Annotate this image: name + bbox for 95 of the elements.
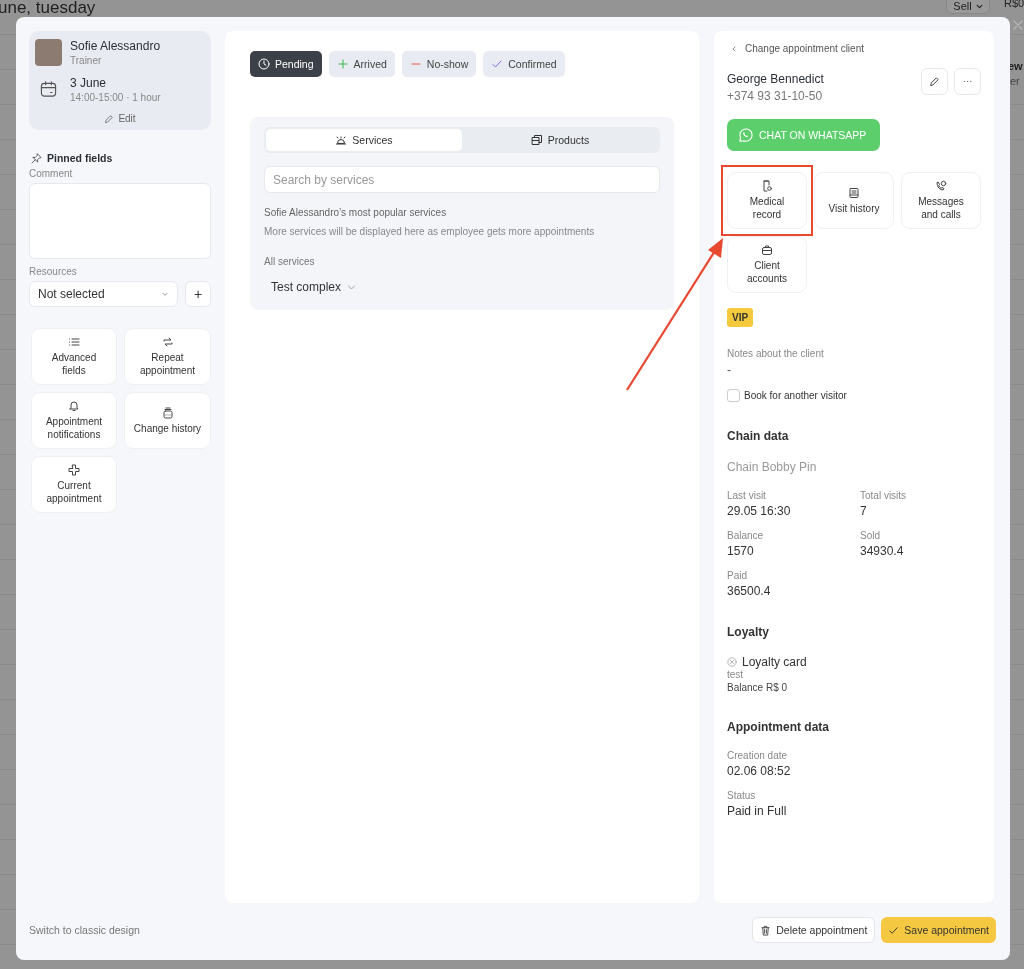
field-value: - [727, 363, 732, 377]
pencil-icon [929, 76, 940, 87]
briefcase-icon [761, 244, 773, 256]
service-bell-icon [335, 134, 348, 146]
tab[interactable]: Services [266, 129, 462, 151]
field-value: 7 [860, 504, 868, 518]
loyalty-note: test [727, 669, 745, 680]
loyalty-card-name: Loyalty card [742, 655, 807, 669]
cancel-circle-icon [727, 657, 737, 667]
employee-role: Trainer [70, 54, 103, 68]
checkbox-label[interactable]: Book for another visitor [744, 390, 847, 401]
clock-icon [258, 58, 270, 70]
client-phone: +374 93 31-10-50 [727, 88, 824, 105]
section-title: Pinned fields [47, 152, 113, 164]
chain-name: Chain Bobby Pin [727, 460, 818, 474]
field-label: Status [727, 790, 757, 801]
check-icon [888, 924, 900, 936]
plus-outline-icon [68, 464, 80, 476]
search-field[interactable]: Search by services [264, 166, 660, 193]
appointment-time: 14:00-15:00 · 1 hour [70, 91, 161, 105]
section-heading: Appointment data [727, 720, 830, 734]
action-tile[interactable]: Medical record [727, 172, 807, 229]
field-value: 1570 [727, 544, 755, 558]
status-button[interactable]: Pending [250, 51, 322, 77]
action-tile[interactable]: Messages and calls [901, 172, 981, 229]
chevron-down-icon [347, 282, 357, 292]
chevron-down-icon [161, 290, 169, 298]
calendar-icon [40, 80, 57, 98]
more-button[interactable] [954, 68, 981, 95]
section-heading: Chain data [727, 429, 790, 443]
field-label: Last visit [727, 490, 767, 501]
field-label: Resources [29, 266, 78, 277]
hint-text: More services will be displayed here as employee gets more appointments [264, 226, 596, 237]
action-tile[interactable]: Client accounts [727, 236, 807, 293]
vip-tag: VIP [727, 308, 754, 327]
pin-icon [31, 152, 42, 164]
field-value: 02.06 08:52 [727, 764, 792, 778]
field-label: Comment [29, 168, 74, 179]
clipboard-icon [761, 180, 773, 192]
close-icon [1013, 20, 1023, 30]
edit-button[interactable]: Edit [104, 113, 136, 124]
field-label: Creation date [727, 750, 789, 761]
classic-design-link[interactable]: Switch to classic design [29, 924, 140, 936]
plus-icon [336, 58, 349, 70]
action-tile[interactable]: Appointment notifications [31, 392, 117, 449]
action-tile[interactable]: Repeat appointment [124, 328, 211, 385]
field-label: Balance [727, 530, 765, 541]
list-icon [68, 336, 80, 348]
bell-icon [68, 400, 80, 412]
action-tile[interactable]: Current appointment [31, 456, 117, 513]
add-button[interactable]: + [185, 281, 211, 307]
field-label: Paid [727, 570, 748, 581]
delete-button[interactable]: Delete appointment [752, 917, 876, 943]
section-heading: Loyalty [727, 625, 770, 639]
document-icon [848, 186, 860, 199]
checkbox[interactable] [727, 389, 740, 402]
field-label: Notes about the client [727, 348, 825, 359]
caret-icon [975, 2, 983, 10]
pencil-icon [104, 113, 115, 124]
back-link[interactable]: Change appointment client [727, 43, 864, 54]
field-value: Paid in Full [727, 804, 788, 818]
employee-name: Sofie Alessandro [70, 39, 161, 54]
check-icon [491, 58, 504, 70]
action-tile[interactable]: Visit history [814, 172, 894, 229]
action-tile[interactable]: Change history [124, 392, 211, 449]
column-subheading: er [1010, 75, 1020, 87]
photo-placeholder [35, 39, 62, 66]
field-value: 34930.4 [860, 544, 905, 558]
repeat-icon [161, 336, 174, 348]
appointment-date: 3 June [70, 76, 108, 91]
field-label: Total visits [860, 490, 908, 501]
status-button[interactable]: No-show [401, 51, 477, 77]
save-button[interactable]: Save appointment [881, 917, 996, 943]
action-tile[interactable]: Advanced fields [31, 328, 117, 385]
status-button[interactable]: Arrived [328, 51, 395, 77]
resources-dropdown[interactable]: Not selected [29, 281, 178, 307]
comment-field[interactable] [29, 183, 211, 259]
section-subtitle: Sofie Alessandro’s most popular services [264, 207, 448, 218]
loyalty-balance: Balance R$ 0 [727, 682, 789, 693]
chat-bubble-icon [737, 127, 753, 143]
edit-button[interactable] [921, 68, 948, 95]
boxes-icon [530, 134, 543, 146]
field-value: 29.05 16:30 [727, 504, 792, 518]
field-label: Sold [860, 530, 881, 541]
tab[interactable]: Products [462, 129, 658, 151]
client-name: George Bennedict [727, 72, 824, 87]
section-subtitle: All services [264, 256, 316, 267]
category-toggle[interactable]: Test complex [271, 280, 357, 294]
chevron-left-icon [731, 44, 737, 53]
field-value: 36500.4 [727, 584, 772, 598]
phone-chat-icon [935, 180, 947, 192]
status-button[interactable]: Confirmed [483, 51, 565, 77]
trash-icon [760, 924, 772, 936]
sell-button[interactable]: Sell [946, 0, 990, 14]
archive-icon [161, 406, 174, 419]
